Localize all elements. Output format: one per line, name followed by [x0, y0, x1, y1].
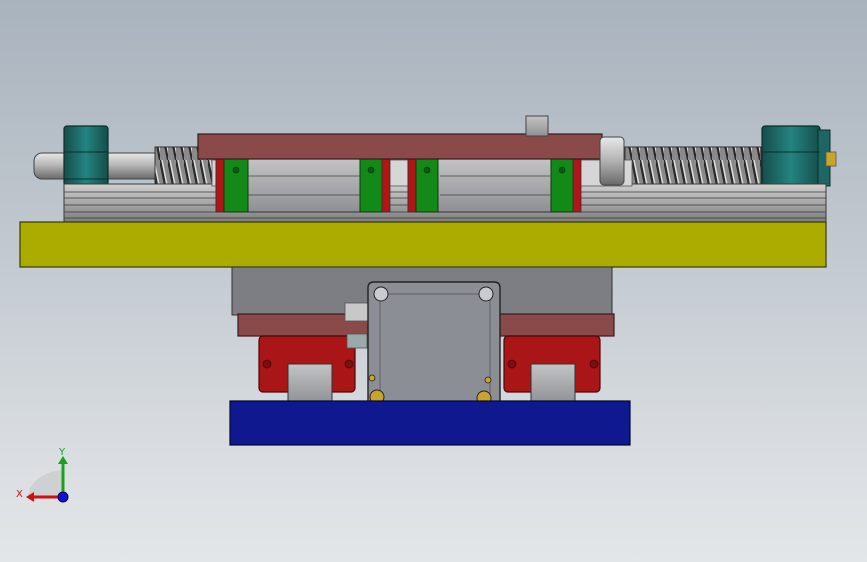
right-end-cap[interactable] [761, 125, 821, 189]
top-pin[interactable] [525, 115, 549, 137]
left-shaft-sleeve[interactable] [103, 152, 159, 180]
right-collar[interactable] [599, 136, 625, 186]
bearing-block-right[interactable] [407, 157, 582, 213]
base-plate[interactable] [19, 221, 827, 268]
cad-viewport[interactable]: Y X [0, 0, 867, 562]
orientation-triad: Y X [16, 447, 69, 503]
y-axis-label: Y [58, 447, 66, 458]
left-end-cap[interactable] [63, 125, 109, 187]
bottom-plate[interactable] [229, 400, 631, 446]
guide-block-right[interactable] [503, 335, 601, 405]
z-axis-dot [57, 491, 69, 503]
right-spring[interactable] [624, 146, 762, 188]
top-linear-module[interactable] [33, 115, 837, 223]
carriage-plate[interactable] [197, 133, 603, 160]
motor[interactable] [344, 281, 501, 411]
cad-model-view[interactable]: Y X [0, 0, 867, 562]
guide-block-left[interactable] [258, 335, 356, 405]
bearing-block-left[interactable] [215, 157, 391, 213]
x-axis-label: X [16, 489, 23, 500]
lower-module[interactable] [229, 266, 631, 446]
